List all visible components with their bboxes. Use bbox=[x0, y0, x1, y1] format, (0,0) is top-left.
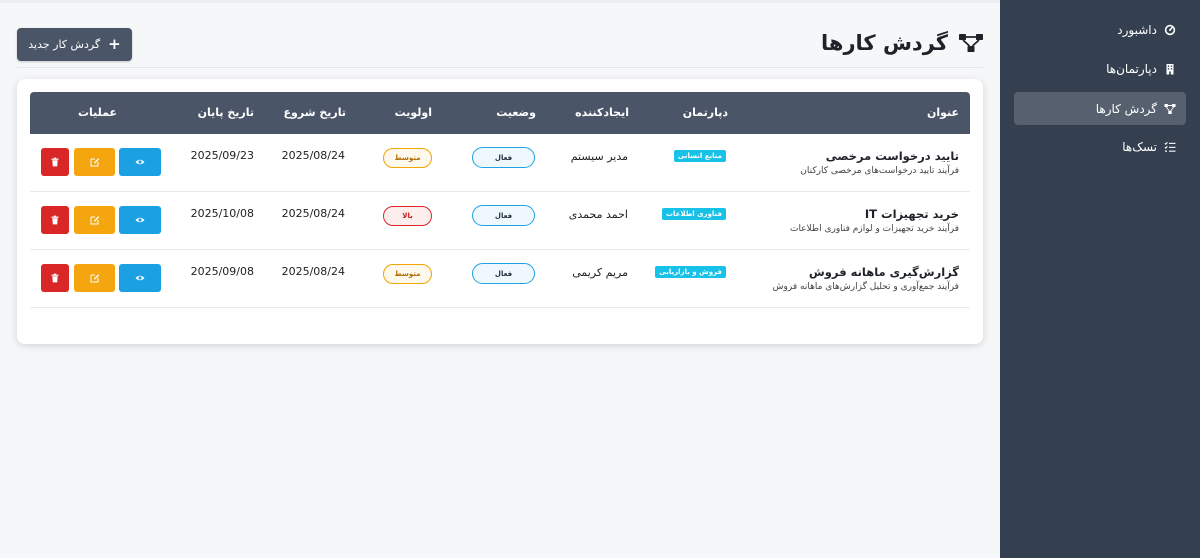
delete-button[interactable] bbox=[41, 206, 69, 234]
department-badge: فناوری اطلاعات bbox=[661, 208, 726, 220]
table-row: گزارش‌گیری ماهانه فروش فرآیند جمع‌آوری و… bbox=[30, 250, 970, 308]
view-button[interactable] bbox=[119, 264, 161, 292]
edit-button[interactable] bbox=[74, 148, 115, 176]
column-header-end-date: تاریخ پایان bbox=[197, 106, 254, 119]
status-badge: فعال bbox=[472, 263, 535, 284]
page-title: گردش کارها bbox=[821, 31, 948, 55]
column-header-status: وضعیت bbox=[496, 106, 536, 119]
sidebar-item-label: گردش کارها bbox=[1095, 101, 1157, 116]
trash-icon bbox=[51, 215, 59, 225]
column-header-priority: اولویت bbox=[394, 106, 432, 119]
sidebar-item-dashboard[interactable]: داشبورد bbox=[1014, 13, 1186, 46]
view-button[interactable] bbox=[119, 148, 161, 176]
department-badge: فروش و بازاریابی bbox=[655, 266, 726, 278]
creator-name: احمد محمدی bbox=[568, 208, 628, 221]
building-icon bbox=[1164, 63, 1176, 75]
end-date: 2025/09/23 bbox=[190, 149, 254, 162]
trash-icon bbox=[51, 273, 59, 283]
table-row: خرید تجهیزات IT فرآیند خرید تجهیزات و لو… bbox=[30, 192, 970, 250]
end-date: 2025/09/08 bbox=[190, 265, 254, 278]
column-header-start-date: تاریخ شروع bbox=[283, 106, 347, 119]
sidebar-item-label: داشبورد bbox=[1117, 22, 1157, 37]
table-row: تایید درخواست مرخصی فرآیند تایید درخواست… bbox=[30, 134, 970, 192]
page-header: گردش کارها bbox=[821, 28, 984, 58]
edit-icon bbox=[90, 274, 99, 283]
trash-icon bbox=[51, 157, 59, 167]
sidebar-item-workflows[interactable]: گردش کارها bbox=[1014, 92, 1186, 125]
workflow-title[interactable]: تایید درخواست مرخصی bbox=[826, 149, 959, 163]
sidebar-item-label: تسک‌ها bbox=[1122, 139, 1157, 154]
workflow-description: فرآیند جمع‌آوری و تحلیل گزارش‌های ماهانه… bbox=[772, 282, 959, 292]
status-badge: فعال bbox=[472, 147, 535, 168]
sidebar-item-tasks[interactable]: تسک‌ها bbox=[1014, 130, 1186, 163]
start-date: 2025/08/24 bbox=[281, 265, 345, 278]
column-header-creator: ایجادکننده bbox=[575, 106, 629, 119]
workflow-icon bbox=[958, 32, 984, 54]
workflow-icon bbox=[1164, 103, 1176, 115]
tasks-list-icon bbox=[1164, 141, 1176, 153]
eye-icon bbox=[135, 159, 145, 165]
priority-badge: متوسط bbox=[383, 148, 432, 168]
delete-button[interactable] bbox=[41, 264, 69, 292]
sidebar-item-departments[interactable]: دپارتمان‌ها bbox=[1014, 52, 1186, 85]
delete-button[interactable] bbox=[41, 148, 69, 176]
column-header-title: عنوان bbox=[926, 106, 959, 119]
workflow-description: فرآیند خرید تجهیزات و لوازم فناوری اطلاع… bbox=[789, 224, 959, 234]
top-divider bbox=[0, 0, 1000, 3]
workflows-card: عنوان دپارتمان ایجادکننده وضعیت اولویت ت… bbox=[17, 79, 983, 344]
creator-name: مریم کریمی bbox=[572, 266, 628, 279]
view-button[interactable] bbox=[119, 206, 161, 234]
status-badge: فعال bbox=[472, 205, 535, 226]
edit-button[interactable] bbox=[74, 206, 115, 234]
eye-icon bbox=[135, 217, 145, 223]
sidebar: داشبورد دپارتمان‌ها گردش کارها تسک‌ها bbox=[1000, 0, 1200, 558]
priority-badge: متوسط bbox=[383, 264, 432, 284]
edit-button[interactable] bbox=[74, 264, 115, 292]
edit-icon bbox=[90, 158, 99, 167]
table-header: عنوان دپارتمان ایجادکننده وضعیت اولویت ت… bbox=[30, 92, 970, 134]
end-date: 2025/10/08 bbox=[190, 207, 254, 220]
edit-icon bbox=[90, 216, 99, 225]
department-badge: منابع انسانی bbox=[673, 150, 726, 162]
column-header-department: دپارتمان bbox=[682, 106, 728, 119]
new-workflow-button-label: گردش کار جدید bbox=[28, 38, 101, 51]
start-date: 2025/08/24 bbox=[281, 149, 345, 162]
priority-badge: بالا bbox=[383, 206, 432, 226]
dashboard-gauge-icon bbox=[1164, 24, 1176, 36]
workflow-title[interactable]: خرید تجهیزات IT bbox=[865, 207, 959, 221]
plus-icon: + bbox=[108, 35, 121, 53]
sidebar-item-label: دپارتمان‌ها bbox=[1106, 61, 1157, 76]
creator-name: مدیر سیستم bbox=[570, 150, 628, 163]
workflow-description: فرآیند تایید درخواست‌های مرخصی کارکنان bbox=[800, 166, 959, 176]
workflow-title[interactable]: گزارش‌گیری ماهانه فروش bbox=[809, 265, 959, 279]
eye-icon bbox=[135, 275, 145, 281]
new-workflow-button[interactable]: + گردش کار جدید bbox=[17, 28, 132, 61]
column-header-actions: عملیات bbox=[77, 106, 117, 119]
start-date: 2025/08/24 bbox=[281, 207, 345, 220]
header-divider bbox=[17, 67, 983, 68]
